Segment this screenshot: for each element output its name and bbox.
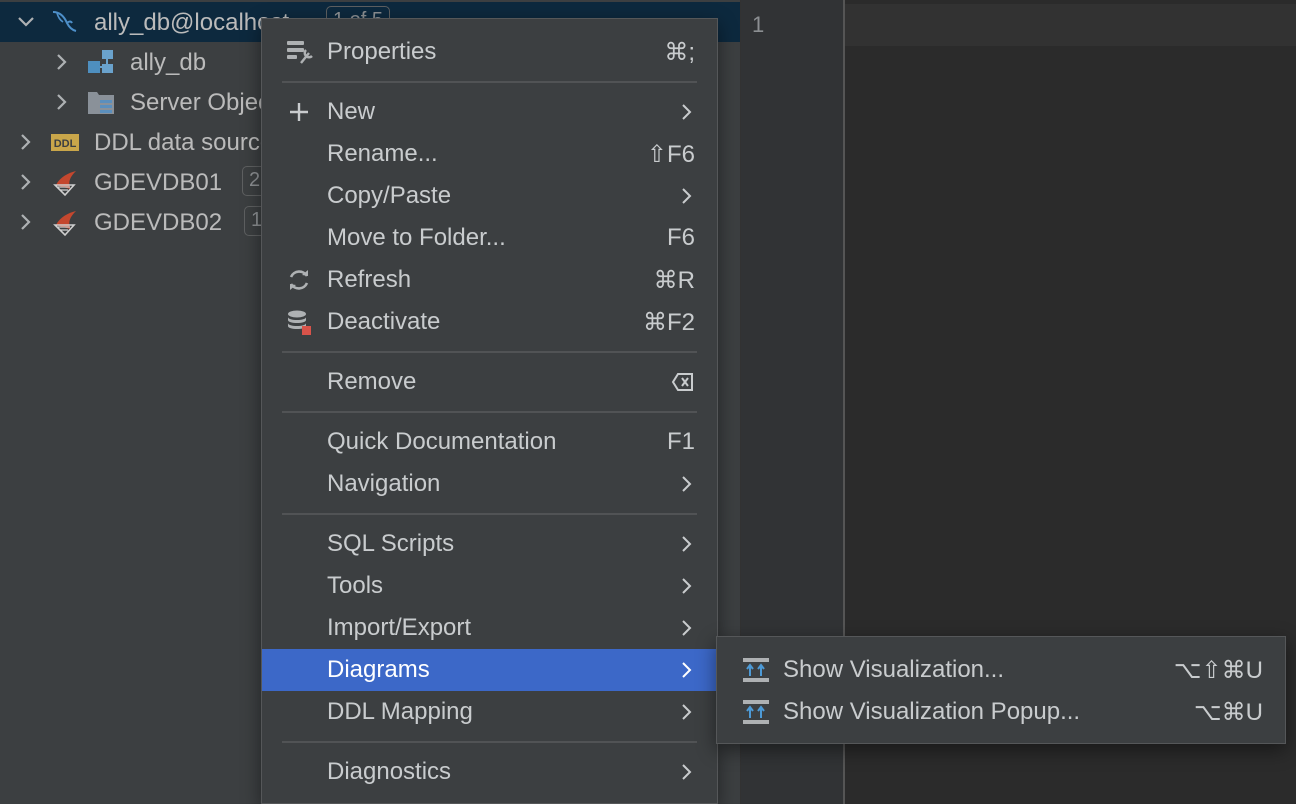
menu-item-label: Diagrams — [327, 656, 430, 683]
chevron-right-icon[interactable] — [50, 90, 74, 114]
menu-item-shortcut: ⇧F6 — [646, 141, 695, 168]
refresh-icon — [289, 270, 309, 290]
menu-item-remove[interactable]: Remove — [262, 361, 717, 403]
diagram-icon — [743, 700, 769, 724]
menu-item-label: Remove — [327, 368, 417, 395]
menu-separator — [282, 81, 697, 83]
submenu-arrow-icon — [682, 620, 692, 636]
menu-item-import-export[interactable]: Import/Export — [262, 607, 717, 649]
submenu-arrow-icon — [682, 662, 692, 678]
svg-text:DDL: DDL — [54, 138, 77, 150]
tree-item-label: DDL data source — [94, 129, 274, 156]
menu-item-tools[interactable]: Tools — [262, 565, 717, 607]
menu-item-label: Import/Export — [327, 614, 472, 641]
menu-separator — [282, 513, 697, 515]
menu-item-diagnostics[interactable]: Diagnostics — [262, 751, 717, 793]
submenu-item-label: Show Visualization Popup... — [783, 698, 1081, 725]
chevron-right-icon[interactable] — [50, 50, 74, 74]
menu-item-label: Move to Folder... — [327, 224, 506, 251]
line-number: 1 — [752, 12, 765, 37]
sqlserver-icon — [53, 211, 76, 237]
menu-item-label: Copy/Paste — [327, 182, 452, 209]
tree-item-label: ally_db — [130, 49, 207, 76]
menu-item-shortcut: F6 — [666, 224, 695, 251]
menu-item-label: DDL Mapping — [327, 698, 473, 725]
context-menu: Properties ⌘; New Rename... ⇧F6 Copy/Pas… — [261, 18, 718, 804]
submenu-arrow-icon — [682, 536, 692, 552]
menu-item-ddl-mapping[interactable]: DDL Mapping — [262, 691, 717, 733]
submenu-item-shortcut: ⌥⌘U — [1194, 699, 1263, 726]
menu-item-label: Diagnostics — [327, 758, 452, 785]
submenu-arrow-icon — [682, 764, 692, 780]
menu-item-shortcut: ⌘R — [653, 267, 695, 294]
menu-item-label: Rename... — [327, 140, 438, 167]
menu-item-move-to-folder[interactable]: Move to Folder... F6 — [262, 217, 717, 259]
menu-separator — [282, 411, 697, 413]
delete-key-icon — [671, 373, 693, 391]
menu-item-navigation[interactable]: Navigation — [262, 463, 717, 505]
menu-item-shortcut: F1 — [666, 428, 695, 455]
caret-line-highlight — [845, 4, 1296, 46]
submenu-arrow-icon — [682, 188, 692, 204]
schema-icon — [88, 50, 113, 73]
menu-item-rename[interactable]: Rename... ⇧F6 — [262, 133, 717, 175]
deactivate-icon — [288, 310, 311, 335]
chevron-right-icon[interactable] — [14, 170, 38, 194]
submenu-arrow-icon — [682, 704, 692, 720]
menu-separator — [282, 351, 697, 353]
menu-item-properties[interactable]: Properties ⌘; — [262, 31, 717, 73]
submenu-item-show-visualization-popup[interactable]: Show Visualization Popup... ⌥⌘U — [717, 691, 1285, 733]
menu-item-label: Properties — [327, 38, 437, 65]
menu-item-label: New — [327, 98, 376, 125]
menu-item-label: SQL Scripts — [327, 530, 455, 557]
menu-item-deactivate[interactable]: Deactivate ⌘F2 — [262, 301, 717, 343]
submenu-item-show-visualization[interactable]: Show Visualization... ⌥⇧⌘U — [717, 649, 1285, 691]
menu-item-new[interactable]: New — [262, 91, 717, 133]
menu-item-shortcut: ⌘; — [664, 39, 695, 66]
submenu-arrow-icon — [682, 476, 692, 492]
folder-icon — [88, 92, 114, 114]
sqlserver-icon — [53, 171, 76, 197]
menu-item-sql-scripts[interactable]: SQL Scripts — [262, 523, 717, 565]
submenu-item-label: Show Visualization... — [783, 656, 1005, 683]
diagram-icon — [743, 658, 769, 682]
diagrams-submenu: Show Visualization... ⌥⇧⌘U Show Visualiz… — [716, 636, 1286, 744]
properties-icon — [287, 41, 313, 64]
menu-item-copy-paste[interactable]: Copy/Paste — [262, 175, 717, 217]
chevron-right-icon[interactable] — [14, 130, 38, 154]
mysql-icon — [52, 11, 77, 32]
menu-item-diagrams[interactable]: Diagrams — [262, 649, 717, 691]
ddl-icon: DDL — [51, 134, 79, 151]
menu-item-label: Navigation — [327, 470, 441, 497]
submenu-item-shortcut: ⌥⇧⌘U — [1173, 657, 1263, 684]
submenu-arrow-icon — [682, 104, 692, 120]
menu-item-label: Tools — [327, 572, 384, 599]
menu-item-label: Quick Documentation — [327, 428, 557, 455]
menu-item-quick-documentation[interactable]: Quick Documentation F1 — [262, 421, 717, 463]
tree-item-label: GDEVDB01 — [94, 169, 223, 196]
menu-item-refresh[interactable]: Refresh ⌘R — [262, 259, 717, 301]
menu-separator — [282, 741, 697, 743]
chevron-right-icon[interactable] — [14, 210, 38, 234]
submenu-arrow-icon — [682, 578, 692, 594]
menu-item-label: Deactivate — [327, 308, 441, 335]
tree-item-label: GDEVDB02 — [94, 209, 223, 236]
tree-item-label: ally_db@localhost — [94, 9, 290, 36]
chevron-down-icon[interactable] — [14, 10, 38, 34]
plus-icon — [290, 103, 308, 121]
menu-item-shortcut: ⌘F2 — [642, 309, 695, 336]
menu-item-label: Refresh — [327, 266, 412, 293]
